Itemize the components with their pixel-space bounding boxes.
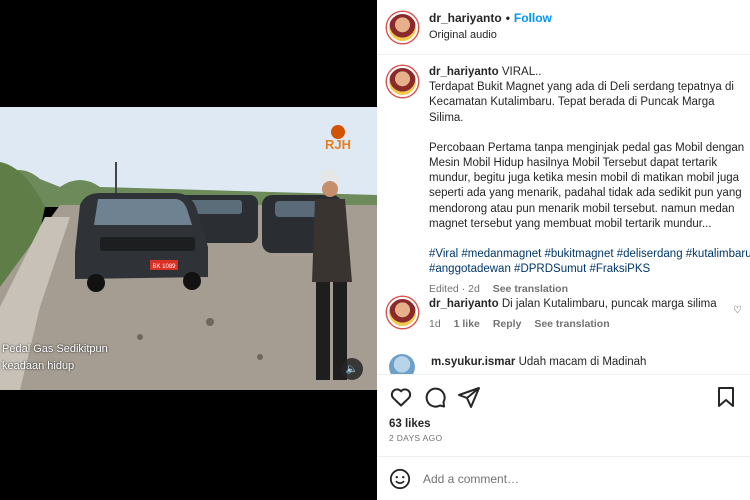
emoji-icon[interactable] — [389, 468, 411, 490]
add-comment-bar — [377, 456, 750, 500]
post-header: dr_hariyanto • Follow Original audio — [377, 0, 750, 55]
post-caption: dr_hariyanto VIRAL.. Terdapat Bukit Magn… — [387, 65, 750, 298]
man-shirt — [312, 199, 352, 282]
avatar[interactable] — [387, 11, 418, 43]
main-car-windshield — [94, 199, 192, 225]
edited-label: Edited · 2d — [429, 283, 480, 296]
caption-para1: Terdapat Bukit Magnet yang ada di Deli s… — [429, 81, 738, 124]
comment-body: dr_hariyanto Di jalan Kutalimbaru, punca… — [429, 297, 717, 332]
follow-button[interactable]: Follow — [514, 11, 552, 25]
bookmark-icon[interactable] — [714, 385, 738, 409]
header-line: dr_hariyanto • Follow — [429, 11, 552, 26]
post-caption-body: dr_hariyanto VIRAL.. Terdapat Bukit Magn… — [429, 65, 750, 298]
post-actions: 63 likes 2 DAYS AGO — [377, 374, 750, 454]
heart-icon[interactable] — [389, 385, 413, 409]
header-username[interactable]: dr_hariyanto — [429, 11, 502, 25]
add-comment-input[interactable] — [423, 471, 723, 486]
video-caption-line2: keadaan hidup — [2, 360, 75, 372]
media-viewer: BK 1089 RJH Pedal Gas Sedikitpun keadaan… — [0, 0, 377, 500]
rock — [137, 334, 143, 340]
license-plate-text: BK 1089 — [152, 264, 176, 270]
reply-button[interactable]: Reply — [493, 318, 522, 330]
comment-body: m.syukur.ismar Udah macam di Madinah — [431, 355, 646, 370]
post-panel: dr_hariyanto • Follow Original audio dr_ha… — [377, 0, 750, 500]
wheel — [87, 274, 105, 292]
caption-username[interactable]: dr_hariyanto — [429, 66, 499, 78]
caption-meta: Edited · 2d See translation — [429, 282, 749, 297]
avatar[interactable] — [387, 297, 418, 328]
hashtags[interactable]: #Viral #medanmagnet #bukitmagnet #delise… — [429, 247, 750, 277]
comment-username[interactable]: dr_hariyanto — [429, 298, 499, 310]
mute-button[interactable]: 🔈 — [341, 358, 363, 380]
logo-text: RJH — [325, 137, 351, 152]
see-translation-link[interactable]: See translation — [534, 318, 609, 330]
comment-likes[interactable]: 1 like — [454, 318, 480, 330]
comment-username[interactable]: m.syukur.ismar — [431, 356, 515, 368]
comment-text: Di jalan Kutalimbaru, puncak marga silim… — [501, 298, 717, 310]
comments-section: dr_hariyanto VIRAL.. Terdapat Bukit Magn… — [377, 55, 750, 374]
avatar[interactable] — [389, 354, 415, 374]
post-date: 2 DAYS AGO — [389, 433, 443, 443]
caption-first-line: dr_hariyanto VIRAL.. — [429, 65, 749, 80]
speaker-icon: 🔈 — [345, 363, 359, 375]
wheel — [183, 272, 201, 290]
separator-dot: • — [505, 11, 510, 25]
comment-item: m.syukur.ismar Udah macam di Madinah — [387, 354, 646, 374]
video-caption-line1: Pedal Gas Sedikitpun — [2, 343, 108, 355]
man-leg — [316, 282, 330, 380]
comment-text: Udah macam di Madinah — [518, 356, 647, 368]
comment-like-heart-icon[interactable]: ♡ — [733, 305, 742, 316]
caption-line1: VIRAL.. — [501, 66, 542, 78]
comment-line: dr_hariyanto Di jalan Kutalimbaru, punca… — [429, 297, 717, 312]
man-head — [322, 181, 338, 197]
avatar[interactable] — [387, 66, 418, 97]
comment-item: dr_hariyanto Di jalan Kutalimbaru, punca… — [387, 297, 717, 332]
video-player[interactable]: BK 1089 RJH Pedal Gas Sedikitpun keadaan… — [0, 107, 377, 390]
header-text: dr_hariyanto • Follow Original audio — [429, 11, 552, 43]
rock — [206, 318, 214, 326]
likes-count[interactable]: 63 likes — [389, 418, 738, 430]
caption-para2: Percobaan Pertama tanpa menginjak pedal … — [429, 141, 748, 230]
share-icon[interactable] — [457, 385, 481, 409]
comment-meta: 1d 1 like Reply See translation — [429, 317, 717, 332]
see-translation-link[interactable]: See translation — [493, 283, 568, 295]
comment-icon[interactable] — [423, 385, 447, 409]
main-car-grille — [100, 237, 195, 251]
rock — [257, 354, 263, 360]
audio-label[interactable]: Original audio — [429, 28, 552, 43]
action-icons — [389, 385, 738, 409]
comment-age: 1d — [429, 318, 441, 330]
